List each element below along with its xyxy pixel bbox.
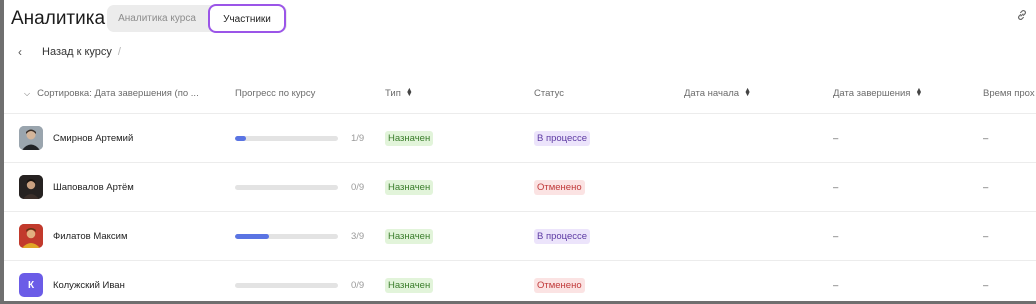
member-name[interactable]: Колужский Иван <box>53 280 125 291</box>
table-row[interactable]: Шаповалов Артём 0/9 Назначен Отменено – … <box>4 163 1036 212</box>
back-chevron-icon[interactable]: ‹ <box>18 45 30 59</box>
column-end-date[interactable]: Дата завершения ▲ ▼ <box>833 74 922 114</box>
member-name[interactable]: Смирнов Артемий <box>53 133 133 144</box>
type-badge: Назначен <box>385 130 434 146</box>
sort-icon: ▲ ▼ <box>744 87 751 99</box>
type-cell: Назначен <box>385 114 434 162</box>
progress-cell: 0/9 <box>235 163 364 211</box>
tab-bar: Аналитика курса Участники <box>107 4 287 33</box>
status-badge: В процессе <box>534 130 591 146</box>
time-value: – <box>983 230 989 242</box>
avatar <box>19 224 43 248</box>
type-badge: Назначен <box>385 179 434 195</box>
time-value: – <box>983 279 989 291</box>
progress-cell: 3/9 <box>235 212 364 260</box>
column-type-label: Тип <box>385 88 401 99</box>
progress-fraction: 3/9 <box>351 230 365 242</box>
status-badge: В процессе <box>534 228 591 244</box>
column-end-date-label: Дата завершения <box>833 88 911 99</box>
progress-bar <box>235 233 338 239</box>
back-to-course-link[interactable]: Назад к курсу <box>42 46 112 58</box>
time-cell: – <box>983 114 988 162</box>
type-badge: Назначен <box>385 277 434 293</box>
member-cell: Филатов Максим <box>19 212 128 260</box>
tab-course-analytics[interactable]: Аналитика курса <box>107 5 207 32</box>
breadcrumb-separator: / <box>117 46 121 58</box>
sort-icon: ▲ ▼ <box>405 87 413 99</box>
progress-fraction: 1/9 <box>351 132 365 144</box>
status-cell: В процессе <box>534 212 591 260</box>
status-badge: Отменено <box>534 179 585 195</box>
sort-icon: ▲ ▼ <box>915 87 923 99</box>
progress-fraction: 0/9 <box>351 279 365 291</box>
breadcrumb: ‹ Назад к курсу / <box>18 44 121 60</box>
end-date-value: – <box>833 279 839 291</box>
status-cell: Отменено <box>534 261 585 304</box>
avatar-photo <box>19 224 43 248</box>
end-date-cell: – <box>833 212 838 260</box>
member-name[interactable]: Шаповалов Артём <box>53 182 134 193</box>
progress-bar-fill <box>235 233 270 239</box>
column-time: Время прох <box>983 88 1035 99</box>
avatar-photo <box>19 126 43 150</box>
progress-bar <box>235 282 338 288</box>
column-progress: Прогресс по курсу <box>235 88 316 99</box>
link-icon[interactable] <box>1016 9 1028 21</box>
avatar-letter: К <box>27 279 35 291</box>
time-cell: – <box>983 261 988 304</box>
column-start-date-label: Дата начала <box>684 88 740 99</box>
column-status: Статус <box>534 88 565 99</box>
member-cell: Смирнов Артемий <box>19 114 133 162</box>
table-row[interactable]: К Колужский Иван 0/9 Назначен Отменено –… <box>4 261 1036 304</box>
avatar: К <box>19 273 43 297</box>
status-cell: В процессе <box>534 114 591 162</box>
sort-label: Сортировка: Дата завершения (по ... <box>37 88 199 99</box>
members-table: ⌵ Сортировка: Дата завершения (по ... Про… <box>4 74 1036 304</box>
column-start-date[interactable]: Дата начала ▲ ▼ <box>684 74 751 114</box>
progress-cell: 1/9 <box>235 114 364 162</box>
column-type[interactable]: Тип ▲ ▼ <box>385 74 413 114</box>
member-cell: К Колужский Иван <box>19 261 125 304</box>
end-date-cell: – <box>833 163 838 211</box>
end-date-value: – <box>833 230 839 242</box>
progress-bar-fill <box>235 135 247 141</box>
progress-bar <box>235 184 338 190</box>
type-cell: Назначен <box>385 163 434 211</box>
tab-members[interactable]: Участники <box>208 4 286 33</box>
progress-fraction: 0/9 <box>351 181 365 193</box>
status-badge: Отменено <box>534 277 585 293</box>
chevron-down-icon: ⌵ <box>24 89 31 98</box>
end-date-value: – <box>833 132 839 144</box>
avatar-photo <box>19 175 43 199</box>
status-cell: Отменено <box>534 163 585 211</box>
end-date-cell: – <box>833 114 838 162</box>
avatar <box>19 126 43 150</box>
member-name[interactable]: Филатов Максим <box>53 231 128 242</box>
end-date-value: – <box>833 181 839 193</box>
table-header: ⌵ Сортировка: Дата завершения (по ... Про… <box>4 74 1036 114</box>
type-cell: Назначен <box>385 212 434 260</box>
sort-dropdown[interactable]: ⌵ Сортировка: Дата завершения (по ... <box>24 74 199 114</box>
progress-cell: 0/9 <box>235 261 364 304</box>
page-title: Аналитика <box>11 8 106 29</box>
avatar <box>19 175 43 199</box>
end-date-cell: – <box>833 261 838 304</box>
table-row[interactable]: Филатов Максим 3/9 Назначен В процессе –… <box>4 212 1036 261</box>
time-value: – <box>983 132 989 144</box>
table-row[interactable]: Смирнов Артемий 1/9 Назначен В процессе … <box>4 114 1036 163</box>
type-cell: Назначен <box>385 261 434 304</box>
progress-bar <box>235 135 338 141</box>
time-value: – <box>983 181 989 193</box>
header: Аналитика Аналитика курса Участники <box>0 0 1036 40</box>
type-badge: Назначен <box>385 228 434 244</box>
member-cell: Шаповалов Артём <box>19 163 134 211</box>
time-cell: – <box>983 163 988 211</box>
time-cell: – <box>983 212 988 260</box>
